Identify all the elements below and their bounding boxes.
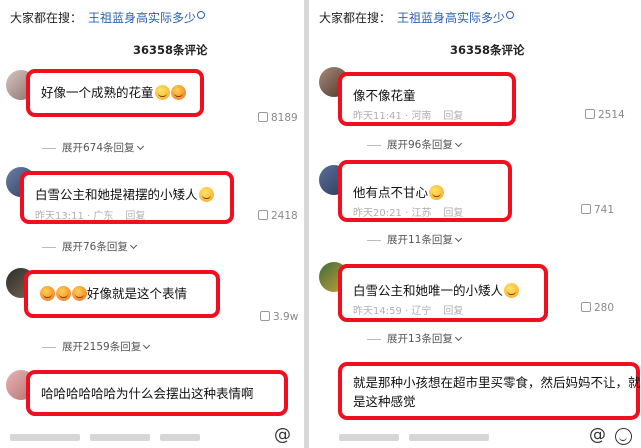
- comment-meta: 昨天11:41 · 河南 回复: [353, 111, 464, 122]
- comment-highlight: 他有点不甘心 昨天20:21 · 江苏 回复: [338, 160, 512, 222]
- expand-replies[interactable]: 展开96条回复: [367, 137, 462, 152]
- search-prefix: 大家都在搜：: [10, 11, 83, 25]
- chevron-down-icon: [454, 333, 462, 342]
- search-prefix: 大家都在搜：: [319, 11, 392, 25]
- comment-text: 好像就是这个表情: [39, 283, 187, 302]
- thumb-up-icon: [258, 112, 268, 122]
- chevron-down-icon: [129, 241, 137, 250]
- expand-replies[interactable]: 展开2159条回复: [42, 339, 151, 354]
- comment-input-bar[interactable]: @: [309, 424, 641, 448]
- search-suggestion[interactable]: 大家都在搜： 王祖蓝身高实际多少: [10, 9, 206, 26]
- comment-highlight: 哈哈哈哈哈哈为什么会摆出这种表情啊: [26, 370, 288, 416]
- like-button[interactable]: 3.9w: [260, 310, 298, 323]
- comment-count: 36358条评论: [450, 43, 525, 57]
- thumb-up-icon: [585, 109, 595, 119]
- thumbs-emoji-icon: [504, 283, 520, 298]
- like-button[interactable]: 8189: [258, 111, 298, 124]
- thumb-up-icon: [581, 302, 591, 312]
- chevron-down-icon: [454, 139, 462, 148]
- grin-emoji-icon: [154, 85, 170, 100]
- expand-replies[interactable]: 展开674条回复: [42, 140, 144, 155]
- pleading-emoji-icon: [40, 286, 55, 301]
- comment-highlight: 就是那种小孩想在超市里买零食，然后妈妈不让，就是这种感觉: [338, 362, 641, 420]
- reply-button[interactable]: 回复: [443, 306, 463, 317]
- comment-text: 就是那种小孩想在超市里买零食，然后妈妈不让，就是这种感觉: [353, 375, 641, 409]
- comment-text: 像不像花童: [353, 88, 416, 103]
- comment-text: 好像一个成熟的花童: [41, 82, 186, 101]
- pleading-emoji-icon: [72, 286, 87, 301]
- comment-text: 他有点不甘心: [353, 182, 445, 201]
- comment-highlight: 好像就是这个表情: [24, 270, 220, 318]
- left-screenshot: 大家都在搜： 王祖蓝身高实际多少 36358条评论 好像一个成熟的花童 8189 …: [0, 0, 304, 448]
- comment-meta: 昨天14:59 · 辽宁 回复: [353, 306, 464, 317]
- comment-highlight: 白雪公主和她提裙摆的小矮人 昨天13:11 · 广东 回复: [20, 171, 234, 224]
- grin-emoji-icon: [429, 185, 445, 200]
- laugh-tears-emoji-icon: [170, 85, 186, 100]
- pleading-emoji-icon: [56, 286, 71, 301]
- comment-highlight: 像不像花童 昨天11:41 · 河南 回复: [338, 72, 516, 126]
- search-suggestion[interactable]: 大家都在搜： 王祖蓝身高实际多少: [319, 9, 515, 26]
- comment-meta: 昨天20:21 · 江苏 回复: [353, 208, 464, 219]
- like-button[interactable]: 2418: [258, 209, 298, 222]
- at-icon[interactable]: @: [274, 425, 291, 445]
- comment-meta: 昨天13:11 · 广东 回复: [35, 211, 146, 222]
- comment-text: 白雪公主和她唯一的小矮人: [353, 280, 520, 299]
- reply-button[interactable]: 回复: [443, 208, 463, 219]
- search-icon: [506, 11, 515, 19]
- thumb-up-icon: [581, 204, 591, 214]
- search-term-link[interactable]: 王祖蓝身高实际多少: [397, 11, 505, 25]
- like-button[interactable]: 2514: [585, 108, 625, 121]
- laugh-emoji-icon: [198, 187, 214, 202]
- like-button[interactable]: 280: [581, 301, 614, 314]
- reply-button[interactable]: 回复: [125, 211, 145, 222]
- chevron-down-icon: [143, 341, 151, 350]
- at-icon[interactable]: @: [589, 425, 606, 445]
- comment-highlight: 好像一个成熟的花童: [26, 69, 204, 117]
- expand-replies[interactable]: 展开11条回复: [367, 232, 462, 247]
- right-screenshot: 大家都在搜： 王祖蓝身高实际多少 36358条评论 像不像花童 昨天11:41 ·…: [309, 0, 641, 448]
- search-icon: [197, 11, 206, 19]
- expand-replies[interactable]: 展开13条回复: [367, 331, 462, 346]
- comment-input-bar[interactable]: @: [0, 424, 304, 448]
- expand-replies[interactable]: 展开76条回复: [42, 239, 137, 254]
- search-term-link[interactable]: 王祖蓝身高实际多少: [88, 11, 196, 25]
- thumb-up-icon: [258, 210, 268, 220]
- comment-text: 白雪公主和她提裙摆的小矮人: [35, 184, 214, 203]
- comment-text: 哈哈哈哈哈哈为什么会摆出这种表情啊: [41, 386, 254, 401]
- like-button[interactable]: 741: [581, 203, 614, 216]
- chevron-down-icon: [454, 234, 462, 243]
- emoji-icon[interactable]: [615, 428, 632, 445]
- comment-highlight: 白雪公主和她唯一的小矮人 昨天14:59 · 辽宁 回复: [338, 264, 548, 322]
- thumb-up-icon: [260, 311, 270, 321]
- chevron-down-icon: [136, 142, 144, 151]
- comment-count: 36358条评论: [133, 43, 208, 57]
- reply-button[interactable]: 回复: [443, 111, 463, 122]
